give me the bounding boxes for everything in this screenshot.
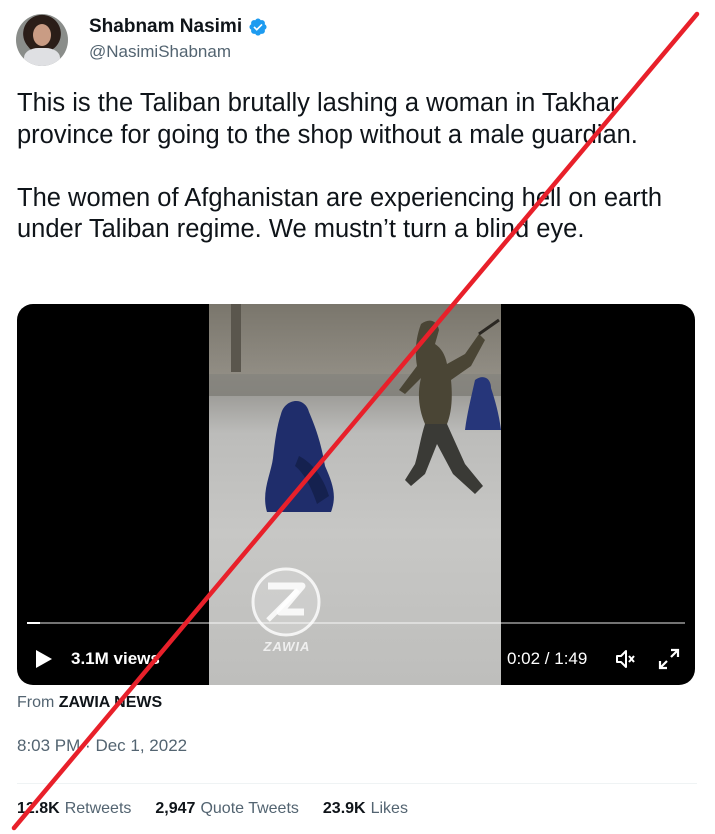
fullscreen-icon[interactable] [657, 647, 681, 671]
video-frame[interactable]: ZAWIA [209, 304, 501, 685]
watermark-text: ZAWIA [263, 639, 311, 654]
retweets-stat[interactable]: 12.8K Retweets [17, 800, 131, 818]
meta-separator: · [85, 736, 91, 755]
retweets-label: Retweets [64, 800, 132, 817]
seated-figure-image [265, 400, 334, 512]
author-name[interactable]: Shabnam Nasimi [89, 16, 242, 38]
play-icon[interactable] [35, 649, 53, 669]
author-handle[interactable]: @NasimiShabnam [89, 42, 231, 62]
avatar[interactable] [16, 14, 68, 66]
video-progress-bar[interactable] [27, 622, 685, 624]
quote-tweets-count: 2,947 [155, 800, 196, 817]
verified-badge-icon [249, 18, 267, 36]
video-time: 0:02 / 1:49 [507, 649, 588, 668]
quote-tweets-stat[interactable]: 2,947 Quote Tweets [155, 800, 298, 818]
tweet-timestamp[interactable]: 8:03 PM · Dec 1, 2022 [17, 736, 187, 756]
likes-count: 23.9K [322, 800, 366, 817]
tweet-stats: 12.8K Retweets 2,947 Quote Tweets 23.9K Lik… [17, 800, 408, 818]
retweets-count: 12.8K [17, 800, 60, 817]
volume-muted-icon[interactable] [613, 647, 637, 671]
background-figures-image [465, 377, 501, 430]
zawia-logo-icon [251, 567, 321, 637]
video-player[interactable]: ZAWIA 3.1M views 0:02 / 1:49 [17, 304, 695, 685]
author-name-row[interactable]: Shabnam Nasimi [89, 16, 268, 38]
tweet-time[interactable]: 8:03 PM [17, 736, 80, 755]
likes-label: Likes [370, 800, 408, 817]
likes-stat[interactable]: 23.9K Likes [323, 800, 408, 818]
tweet-text: This is the Taliban brutally lashing a w… [17, 89, 662, 243]
source-attribution: From ZAWIA NEWS [17, 694, 162, 712]
video-progress-fill [27, 622, 41, 624]
source-prefix: From [17, 694, 55, 711]
divider [17, 783, 697, 784]
source-name-link[interactable]: ZAWIA NEWS [59, 694, 162, 711]
view-count: 3.1M views [71, 649, 160, 668]
tweet-date[interactable]: Dec 1, 2022 [95, 736, 187, 755]
tweet-header: Shabnam Nasimi @NasimiShabnam [16, 10, 676, 66]
quote-tweets-label: Quote Tweets [200, 800, 299, 817]
